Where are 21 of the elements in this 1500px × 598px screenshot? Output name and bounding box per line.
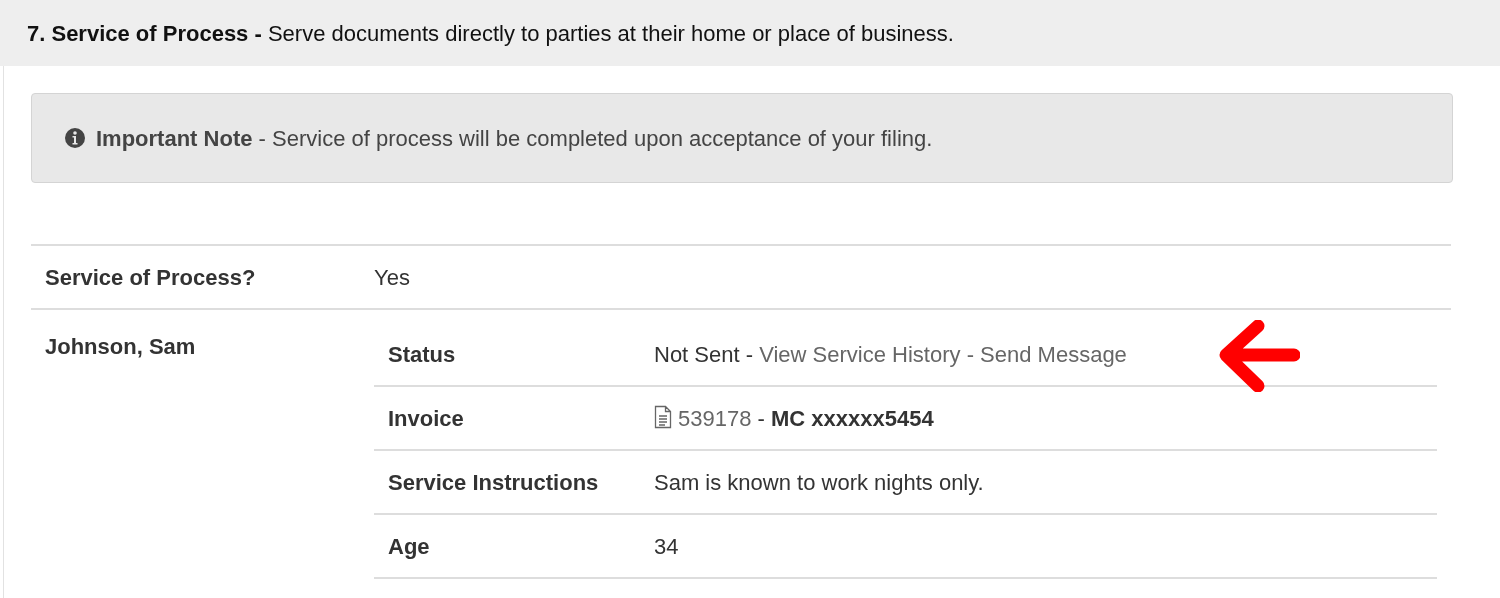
row-label: Johnson, Sam [45,334,196,359]
value-text: Not Sent [654,341,740,367]
info-icon [64,127,86,149]
detail-label: Service Instructions [388,469,599,495]
link[interactable]: 539178 [678,405,752,431]
value-text: 34 [654,533,679,559]
card-number: MC xxxxxx5454 [771,405,934,431]
link[interactable]: - [966,341,974,367]
row-value: Yes [374,263,410,292]
detail-label: Age [388,533,430,559]
document-icon [654,404,672,429]
row-label: Service of Process? [45,264,256,290]
note-text: Important Note - Service of process will be completed upon acceptance of your filing. [96,124,933,153]
value-text: - [757,405,765,431]
detail-label: Status [388,341,456,367]
link[interactable]: Send Message [980,341,1127,367]
value-text: - [745,341,754,367]
link[interactable]: View Service History [759,341,961,367]
section-heading: 7. Service of Process - Serve documents directly to parties at their home or place of business. [27,19,954,48]
detail-label: Invoice [388,405,464,431]
value-text: Sam is known to work nights only. [654,469,984,495]
